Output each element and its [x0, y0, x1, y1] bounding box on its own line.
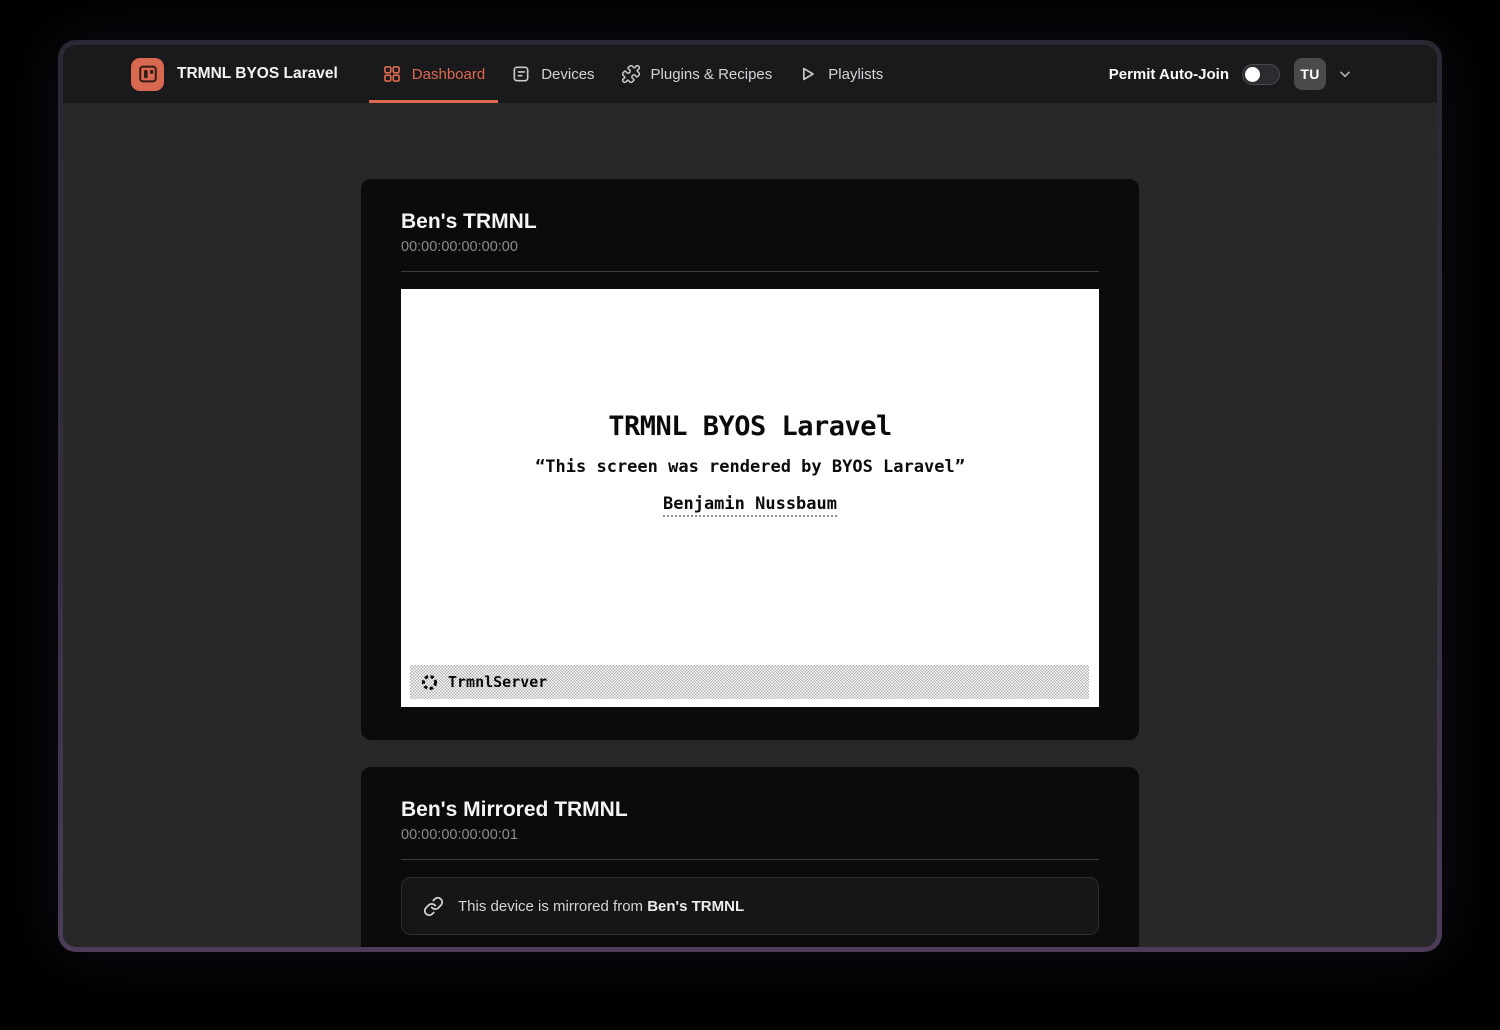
mirror-notice-text: This device is mirrored from Ben's TRMNL [458, 898, 744, 915]
device-mac-address: 00:00:00:00:00:00 [401, 239, 1099, 255]
nav-item-dashboard[interactable]: Dashboard [369, 45, 498, 103]
app-title: TRMNL BYOS Laravel [177, 65, 338, 83]
play-icon [798, 64, 818, 84]
screen-quote: “This screen was rendered by BYOS Larave… [401, 457, 1099, 477]
permit-auto-join-label: Permit Auto-Join [1109, 66, 1229, 83]
mirror-notice: This device is mirrored from Ben's TRMNL [401, 877, 1099, 935]
devices-icon [511, 64, 531, 84]
mirror-source-name: Ben's TRMNL [647, 898, 744, 915]
spinner-icon [420, 673, 439, 692]
screen-status-bar: TrmnlServer [410, 665, 1089, 699]
chevron-down-icon [1337, 66, 1353, 82]
nav-menu: Dashboard Devices Plugins & Recipes [369, 45, 897, 103]
screen-status-label: TrmnlServer [448, 673, 547, 691]
screen-content: TRMNL BYOS Laravel “This screen was rend… [401, 289, 1099, 517]
device-mac-address: 00:00:00:00:00:01 [401, 827, 1099, 843]
mirror-notice-prefix: This device is mirrored from [458, 898, 647, 915]
nav-item-label: Dashboard [412, 66, 485, 83]
navbar-right: Permit Auto-Join TU [1109, 58, 1353, 90]
toggle-knob [1245, 67, 1260, 82]
nav-item-label: Devices [541, 66, 594, 83]
divider [401, 271, 1099, 272]
navbar: TRMNL BYOS Laravel Dashboard [63, 45, 1437, 103]
puzzle-icon [621, 64, 641, 84]
screen-author-row: Benjamin Nussbaum [401, 494, 1099, 517]
user-menu-trigger[interactable] [1337, 66, 1353, 82]
dashboard-content: Ben's TRMNL 00:00:00:00:00:00 TRMNL BYOS… [63, 103, 1437, 947]
app-window: TRMNL BYOS Laravel Dashboard [63, 45, 1437, 947]
device-screen-preview[interactable]: TRMNL BYOS Laravel “This screen was rend… [401, 289, 1099, 707]
screen-title: TRMNL BYOS Laravel [401, 411, 1099, 442]
nav-item-label: Playlists [828, 66, 883, 83]
trmnl-device-icon [137, 63, 159, 85]
dashboard-icon [382, 64, 402, 84]
link-icon [423, 896, 444, 917]
trmnl-logo[interactable] [131, 58, 164, 91]
user-avatar[interactable]: TU [1294, 58, 1326, 90]
device-card: Ben's Mirrored TRMNL 00:00:00:00:00:01 T… [361, 767, 1139, 947]
divider [401, 859, 1099, 860]
nav-item-playlists[interactable]: Playlists [785, 45, 896, 103]
device-card: Ben's TRMNL 00:00:00:00:00:00 TRMNL BYOS… [361, 179, 1139, 740]
permit-auto-join-toggle[interactable] [1242, 64, 1280, 85]
app-window-frame: TRMNL BYOS Laravel Dashboard [58, 40, 1442, 952]
device-name: Ben's TRMNL [401, 210, 1099, 234]
nav-item-plugins-recipes[interactable]: Plugins & Recipes [608, 45, 786, 103]
nav-item-devices[interactable]: Devices [498, 45, 607, 103]
device-name: Ben's Mirrored TRMNL [401, 798, 1099, 822]
screen-author-link: Benjamin Nussbaum [663, 494, 837, 517]
nav-item-label: Plugins & Recipes [651, 66, 773, 83]
